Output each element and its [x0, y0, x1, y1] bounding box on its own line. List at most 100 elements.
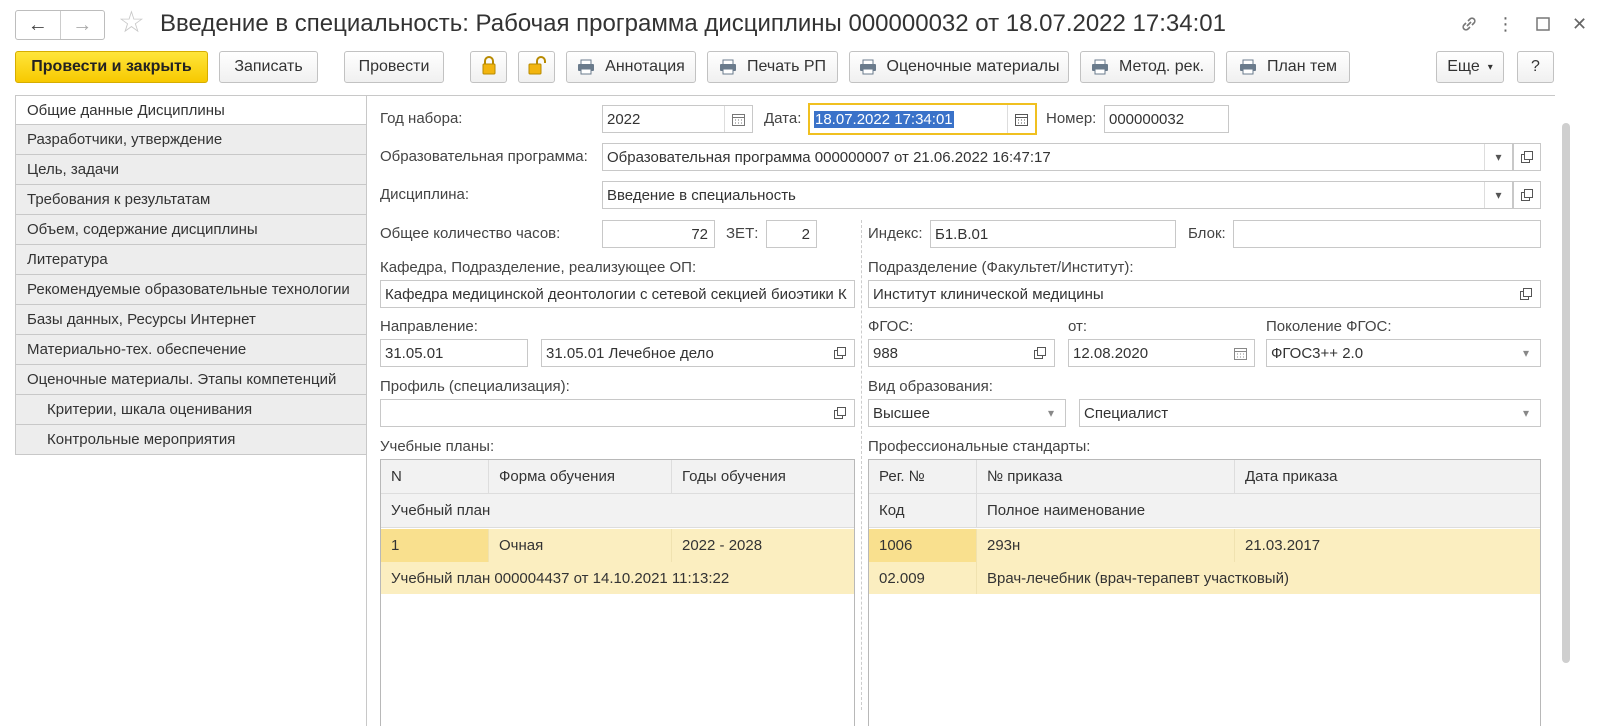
- printer-icon: [1091, 59, 1109, 75]
- program-label: Образовательная программа:: [380, 148, 588, 165]
- col-full-name[interactable]: Полное наименование: [976, 494, 1540, 527]
- program-field[interactable]: Образовательная программа 000000007 от 2…: [602, 143, 1513, 171]
- profile-field[interactable]: [380, 399, 855, 427]
- faculty-label: Подразделение (Факультет/Институт):: [868, 259, 1134, 276]
- col-code[interactable]: Код: [869, 494, 976, 527]
- topics-plan-button[interactable]: План тем: [1226, 51, 1350, 83]
- block-field[interactable]: [1233, 220, 1541, 248]
- open-direction-icon[interactable]: [826, 340, 854, 366]
- edu-kind-field[interactable]: Высшее ▾: [868, 399, 1066, 427]
- year-label: Год набора:: [380, 110, 463, 127]
- page-title: Введение в специальность: Рабочая програ…: [160, 10, 1226, 37]
- open-program-icon[interactable]: [1513, 143, 1541, 171]
- standards-label: Профессиональные стандарты:: [868, 438, 1091, 455]
- cell-form: Очная: [488, 529, 671, 562]
- nav-item-goals[interactable]: Цель, задачи: [15, 155, 367, 185]
- faculty-field[interactable]: Институт клинической медицины: [868, 280, 1541, 308]
- year-field[interactable]: 2022: [602, 105, 753, 133]
- open-fgos-icon[interactable]: [1026, 340, 1054, 366]
- nav-item-literature[interactable]: Литература: [15, 245, 367, 275]
- nav-item-requirements[interactable]: Требования к результатам: [15, 185, 367, 215]
- discipline-field[interactable]: Введение в специальность ▾: [602, 181, 1513, 209]
- vertical-scrollbar[interactable]: [1561, 95, 1571, 726]
- calendar-icon[interactable]: [1007, 105, 1035, 133]
- hours-field[interactable]: 72: [602, 220, 715, 248]
- assessment-button[interactable]: Оценочные материалы: [849, 51, 1069, 83]
- table-row[interactable]: 1006 293н 21.03.2017: [869, 529, 1540, 562]
- table-row-detail[interactable]: Учебный план 000004437 от 14.10.2021 11:…: [381, 562, 854, 594]
- lock-button[interactable]: [470, 51, 507, 83]
- hours-label: Общее количество часов:: [380, 225, 561, 242]
- open-faculty-icon[interactable]: [1512, 281, 1540, 307]
- dropdown-arrow-icon[interactable]: ▾: [1512, 340, 1540, 366]
- edu-level-field[interactable]: Специалист ▾: [1079, 399, 1541, 427]
- col-reg[interactable]: Рег. №: [869, 460, 976, 493]
- cell-order: 293н: [976, 529, 1234, 562]
- open-profile-icon[interactable]: [826, 400, 854, 426]
- table-row-detail[interactable]: 02.009 Врач-лечебник (врач-терапевт учас…: [869, 562, 1540, 594]
- col-years[interactable]: Годы обучения: [671, 460, 854, 493]
- history-nav: ← →: [15, 10, 105, 40]
- back-arrow-icon[interactable]: ←: [16, 11, 60, 39]
- table-row[interactable]: 1 Очная 2022 - 2028: [381, 529, 854, 562]
- help-button[interactable]: ?: [1517, 51, 1554, 83]
- nav-item-equipment[interactable]: Материально-тех. обеспечение: [15, 335, 367, 365]
- general-data-panel: Год набора: 2022 Дата: 18.07.2022 17:34:…: [366, 95, 1555, 726]
- section-nav: Общие данные Дисциплины Разработчики, ут…: [15, 95, 367, 455]
- cell-full-name: Врач-лечебник (врач-терапевт участковый): [976, 562, 1540, 594]
- open-discipline-icon[interactable]: [1513, 181, 1541, 209]
- link-icon[interactable]: [1450, 10, 1487, 38]
- scrollbar-thumb[interactable]: [1562, 123, 1570, 663]
- nav-item-assessment[interactable]: Оценочные материалы. Этапы компетенций: [15, 365, 367, 395]
- zet-field[interactable]: 2: [766, 220, 817, 248]
- method-button[interactable]: Метод. рек.: [1080, 51, 1215, 83]
- generation-field[interactable]: ФГОС3++ 2.0 ▾: [1266, 339, 1541, 367]
- more-vertical-icon[interactable]: ⋮: [1487, 10, 1524, 38]
- maximize-icon[interactable]: [1524, 10, 1561, 38]
- post-and-close-button[interactable]: Провести и закрыть: [15, 51, 208, 83]
- col-plan[interactable]: Учебный план: [381, 494, 854, 527]
- table-subheader: Учебный план: [381, 494, 854, 528]
- fgos-field[interactable]: 988: [868, 339, 1055, 367]
- calendar-icon[interactable]: [1226, 340, 1254, 366]
- date-label: Дата:: [764, 110, 802, 127]
- zet-label: ЗЕТ:: [726, 225, 759, 242]
- close-icon[interactable]: ✕: [1561, 10, 1598, 38]
- fgos-date-field[interactable]: 12.08.2020: [1068, 339, 1255, 367]
- printer-icon: [1239, 59, 1257, 75]
- direction-code-field[interactable]: 31.05.01: [380, 339, 528, 367]
- table-header: Рег. № № приказа Дата приказа: [869, 460, 1540, 494]
- direction-name-field[interactable]: 31.05.01 Лечебное дело: [541, 339, 855, 367]
- cell-reg: 1006: [869, 529, 976, 562]
- col-n[interactable]: N: [381, 460, 488, 493]
- unlock-button[interactable]: [518, 51, 555, 83]
- nav-item-technologies[interactable]: Рекомендуемые образовательные технологии: [15, 275, 367, 305]
- print-rp-button[interactable]: Печать РП: [707, 51, 838, 83]
- nav-item-developers[interactable]: Разработчики, утверждение: [15, 125, 367, 155]
- nav-item-general[interactable]: Общие данные Дисциплины: [15, 95, 367, 125]
- forward-arrow-icon[interactable]: →: [59, 11, 105, 39]
- dropdown-arrow-icon[interactable]: ▾: [1512, 400, 1540, 426]
- index-field[interactable]: Б1.В.01: [930, 220, 1176, 248]
- dropdown-arrow-icon[interactable]: ▾: [1484, 144, 1512, 170]
- number-field[interactable]: 000000032: [1104, 105, 1229, 133]
- more-button[interactable]: Еще ▾: [1436, 51, 1504, 83]
- annotation-button[interactable]: Аннотация: [566, 51, 696, 83]
- dropdown-arrow-icon[interactable]: ▾: [1037, 400, 1065, 426]
- nav-item-volume[interactable]: Объем, содержание дисциплины: [15, 215, 367, 245]
- favorite-star-icon[interactable]: ☆: [118, 8, 145, 38]
- col-order-date[interactable]: Дата приказа: [1234, 460, 1540, 493]
- nav-item-criteria[interactable]: Критерии, шкала оценивания: [15, 395, 367, 425]
- cell-order-date: 21.03.2017: [1234, 529, 1540, 562]
- col-order[interactable]: № приказа: [976, 460, 1234, 493]
- save-button[interactable]: Записать: [219, 51, 318, 83]
- dept-field[interactable]: Кафедра медицинской деонтологии с сетево…: [380, 280, 855, 308]
- post-button[interactable]: Провести: [344, 51, 444, 83]
- dropdown-arrow-icon[interactable]: ▾: [1484, 182, 1512, 208]
- print-rp-label: Печать РП: [746, 58, 827, 75]
- date-field[interactable]: 18.07.2022 17:34:01: [808, 103, 1037, 135]
- col-form[interactable]: Форма обучения: [488, 460, 671, 493]
- calendar-icon[interactable]: [724, 106, 752, 132]
- nav-item-control[interactable]: Контрольные мероприятия: [15, 425, 367, 455]
- nav-item-databases[interactable]: Базы данных, Ресурсы Интернет: [15, 305, 367, 335]
